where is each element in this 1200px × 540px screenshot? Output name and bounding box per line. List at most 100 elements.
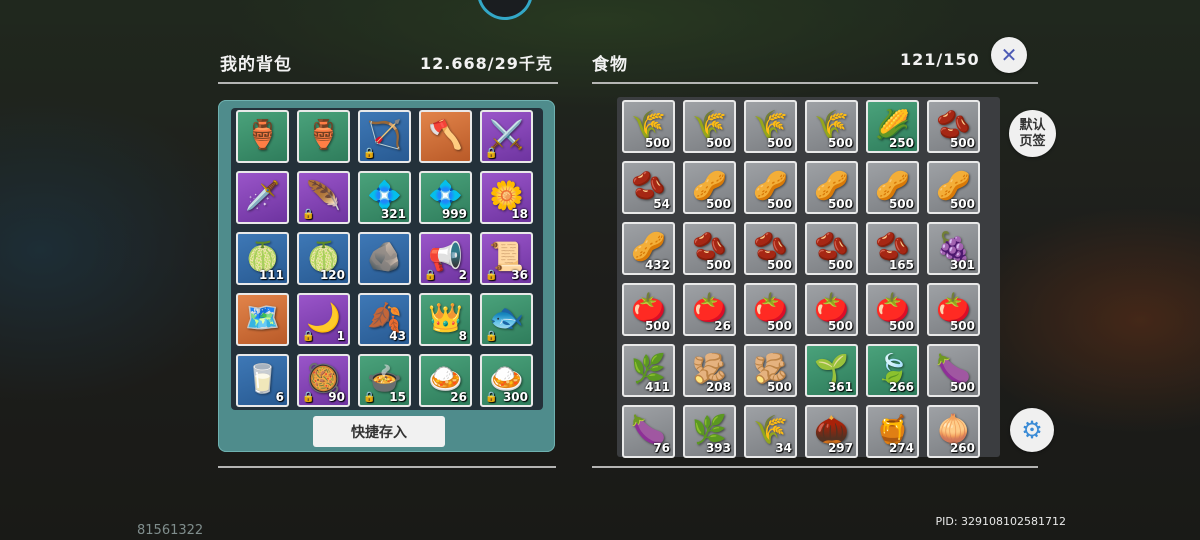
item-count: 34 — [775, 441, 792, 455]
bag-slot[interactable]: 🍛 26 — [419, 354, 472, 407]
bag-slot[interactable]: 💠 321 — [358, 171, 411, 224]
food-slot[interactable]: 🫘 500 — [805, 222, 858, 275]
close-icon: ✕ — [1000, 43, 1018, 67]
bag-slot[interactable]: 💠 999 — [419, 171, 472, 224]
item-count: 432 — [644, 258, 670, 272]
food-slot[interactable]: 🍅 500 — [927, 283, 980, 336]
player-pid: PID: 329108102581712 — [935, 515, 1066, 528]
food-slot[interactable]: 🥜 500 — [866, 161, 919, 214]
bag-slot[interactable]: 🪓 — [419, 110, 472, 163]
bag-slot[interactable]: 🪨 — [358, 232, 411, 285]
quick-store-button[interactable]: 快捷存入 — [313, 416, 445, 447]
food-slot[interactable]: 🫚 208 — [683, 344, 736, 397]
food-bottom-divider — [592, 466, 1038, 468]
bag-slot[interactable]: 📜 🔒 36 — [480, 232, 533, 285]
food-slot[interactable]: 🫚 500 — [744, 344, 797, 397]
bag-item-grid: 🏺 🏺 🏹 🔒 🪓 ⚔️ 🔒 🗡️ 🪶 🔒 💠 321 💠 999 🌼 18 🍈 111 🍈 120 🪨 📢 🔒 2 📜 🔒 36 🗺… — [236, 110, 533, 407]
food-slot[interactable]: 🌾 500 — [805, 100, 858, 153]
food-slot[interactable]: 🥜 432 — [622, 222, 675, 275]
food-slot[interactable]: 🌾 500 — [622, 100, 675, 153]
food-slot[interactable]: 🌾 34 — [744, 405, 797, 458]
food-slot[interactable]: 🍅 500 — [805, 283, 858, 336]
food-slot[interactable]: 🌾 500 — [683, 100, 736, 153]
green-gem-icon: 💠 — [367, 178, 402, 212]
lock-icon: 🔒 — [485, 331, 498, 342]
bag-header-divider — [218, 82, 558, 84]
item-count: 260 — [949, 441, 975, 455]
close-button[interactable]: ✕ — [991, 37, 1027, 73]
food-slot[interactable]: 🍅 500 — [866, 283, 919, 336]
tomato-icon: 🍅 — [753, 290, 788, 324]
bag-slot[interactable]: 📢 🔒 2 — [419, 232, 472, 285]
bag-slot[interactable]: 🌙 🔒 1 — [297, 293, 350, 346]
food-slot[interactable]: 🥜 500 — [927, 161, 980, 214]
food-title: 食物 — [592, 55, 628, 75]
food-slot[interactable]: 🌿 393 — [683, 405, 736, 458]
bag-slot[interactable]: 🐟 🔒 — [480, 293, 533, 346]
food-slot[interactable]: 🍯 274 — [866, 405, 919, 458]
ginger-icon: 🫚 — [753, 351, 788, 385]
red-beans-plate-icon: 🫘 — [631, 168, 666, 202]
food-slot[interactable]: 🍇 301 — [927, 222, 980, 275]
bag-slot[interactable]: ⚔️ 🔒 — [480, 110, 533, 163]
sickle-icon: 🌙 — [306, 300, 341, 334]
red-beans-plate-icon: 🫘 — [936, 107, 971, 141]
bag-slot[interactable]: 👑 8 — [419, 293, 472, 346]
default-tab-button[interactable]: 默认页签 — [1009, 110, 1056, 157]
food-slot[interactable]: 🥜 500 — [805, 161, 858, 214]
food-slot[interactable]: 🍆 500 — [927, 344, 980, 397]
bag-slot[interactable]: 🪶 🔒 — [297, 171, 350, 224]
food-slot[interactable]: 🌿 411 — [622, 344, 675, 397]
leaf-icon: 🍂 — [367, 300, 402, 334]
bag-slot[interactable]: 🍛 🔒 300 — [480, 354, 533, 407]
food-slot[interactable]: 🌰 297 — [805, 405, 858, 458]
food-slot[interactable]: 🍅 26 — [683, 283, 736, 336]
item-count: 500 — [705, 197, 731, 211]
item-count: 999 — [441, 207, 467, 221]
item-count: 297 — [827, 441, 853, 455]
bag-slot[interactable]: 🥛 6 — [236, 354, 289, 407]
food-slot[interactable]: 🫘 54 — [622, 161, 675, 214]
bag-slot[interactable]: 🍈 111 — [236, 232, 289, 285]
bag-slot[interactable]: 🌼 18 — [480, 171, 533, 224]
bag-slot[interactable]: 🍲 🔒 15 — [358, 354, 411, 407]
item-count: 500 — [827, 258, 853, 272]
gray-melon-icon: 🍈 — [245, 239, 280, 273]
background-dim-overlay — [0, 0, 1200, 540]
bag-slot[interactable]: 🍈 120 — [297, 232, 350, 285]
bag-slot[interactable]: 🏺 — [236, 110, 289, 163]
bag-slot[interactable]: 🍂 43 — [358, 293, 411, 346]
food-slot[interactable]: 🥜 500 — [683, 161, 736, 214]
lock-icon: 🔒 — [485, 270, 498, 281]
soybeans-plate-icon: 🥜 — [631, 229, 666, 263]
food-slot[interactable]: 🍆 76 — [622, 405, 675, 458]
food-slot[interactable]: 🫘 165 — [866, 222, 919, 275]
item-count: 500 — [949, 319, 975, 333]
food-slot[interactable]: 🧅 260 — [927, 405, 980, 458]
lock-icon: 🔒 — [424, 270, 437, 281]
item-count: 500 — [827, 319, 853, 333]
food-slot[interactable]: 🫘 500 — [927, 100, 980, 153]
sort-button[interactable]: ⚙ — [1010, 408, 1054, 452]
food-slot[interactable]: 🌱 361 — [805, 344, 858, 397]
scroll-icon: 📜 — [489, 239, 524, 273]
food-slot[interactable]: 🫘 500 — [683, 222, 736, 275]
bag-slot[interactable]: 🗺️ — [236, 293, 289, 346]
food-slot[interactable]: 🥜 500 — [744, 161, 797, 214]
food-slot[interactable]: 🍃 266 — [866, 344, 919, 397]
food-slot[interactable]: 🌾 500 — [744, 100, 797, 153]
food-slot[interactable]: 🌽 250 — [866, 100, 919, 153]
ginger-icon: 🫚 — [692, 351, 727, 385]
bag-slot[interactable]: 🏹 🔒 — [358, 110, 411, 163]
lock-icon: 🔒 — [302, 331, 315, 342]
food-slot[interactable]: 🫘 500 — [744, 222, 797, 275]
item-count: 6 — [275, 390, 284, 404]
bag-slot[interactable]: 🏺 — [297, 110, 350, 163]
bag-slot[interactable]: 🗡️ — [236, 171, 289, 224]
bag-slot[interactable]: 🥘 🔒 90 — [297, 354, 350, 407]
item-count: 90 — [328, 390, 345, 404]
lock-icon: 🔒 — [485, 392, 498, 403]
food-slot[interactable]: 🍅 500 — [622, 283, 675, 336]
item-count: 500 — [888, 197, 914, 211]
food-slot[interactable]: 🍅 500 — [744, 283, 797, 336]
